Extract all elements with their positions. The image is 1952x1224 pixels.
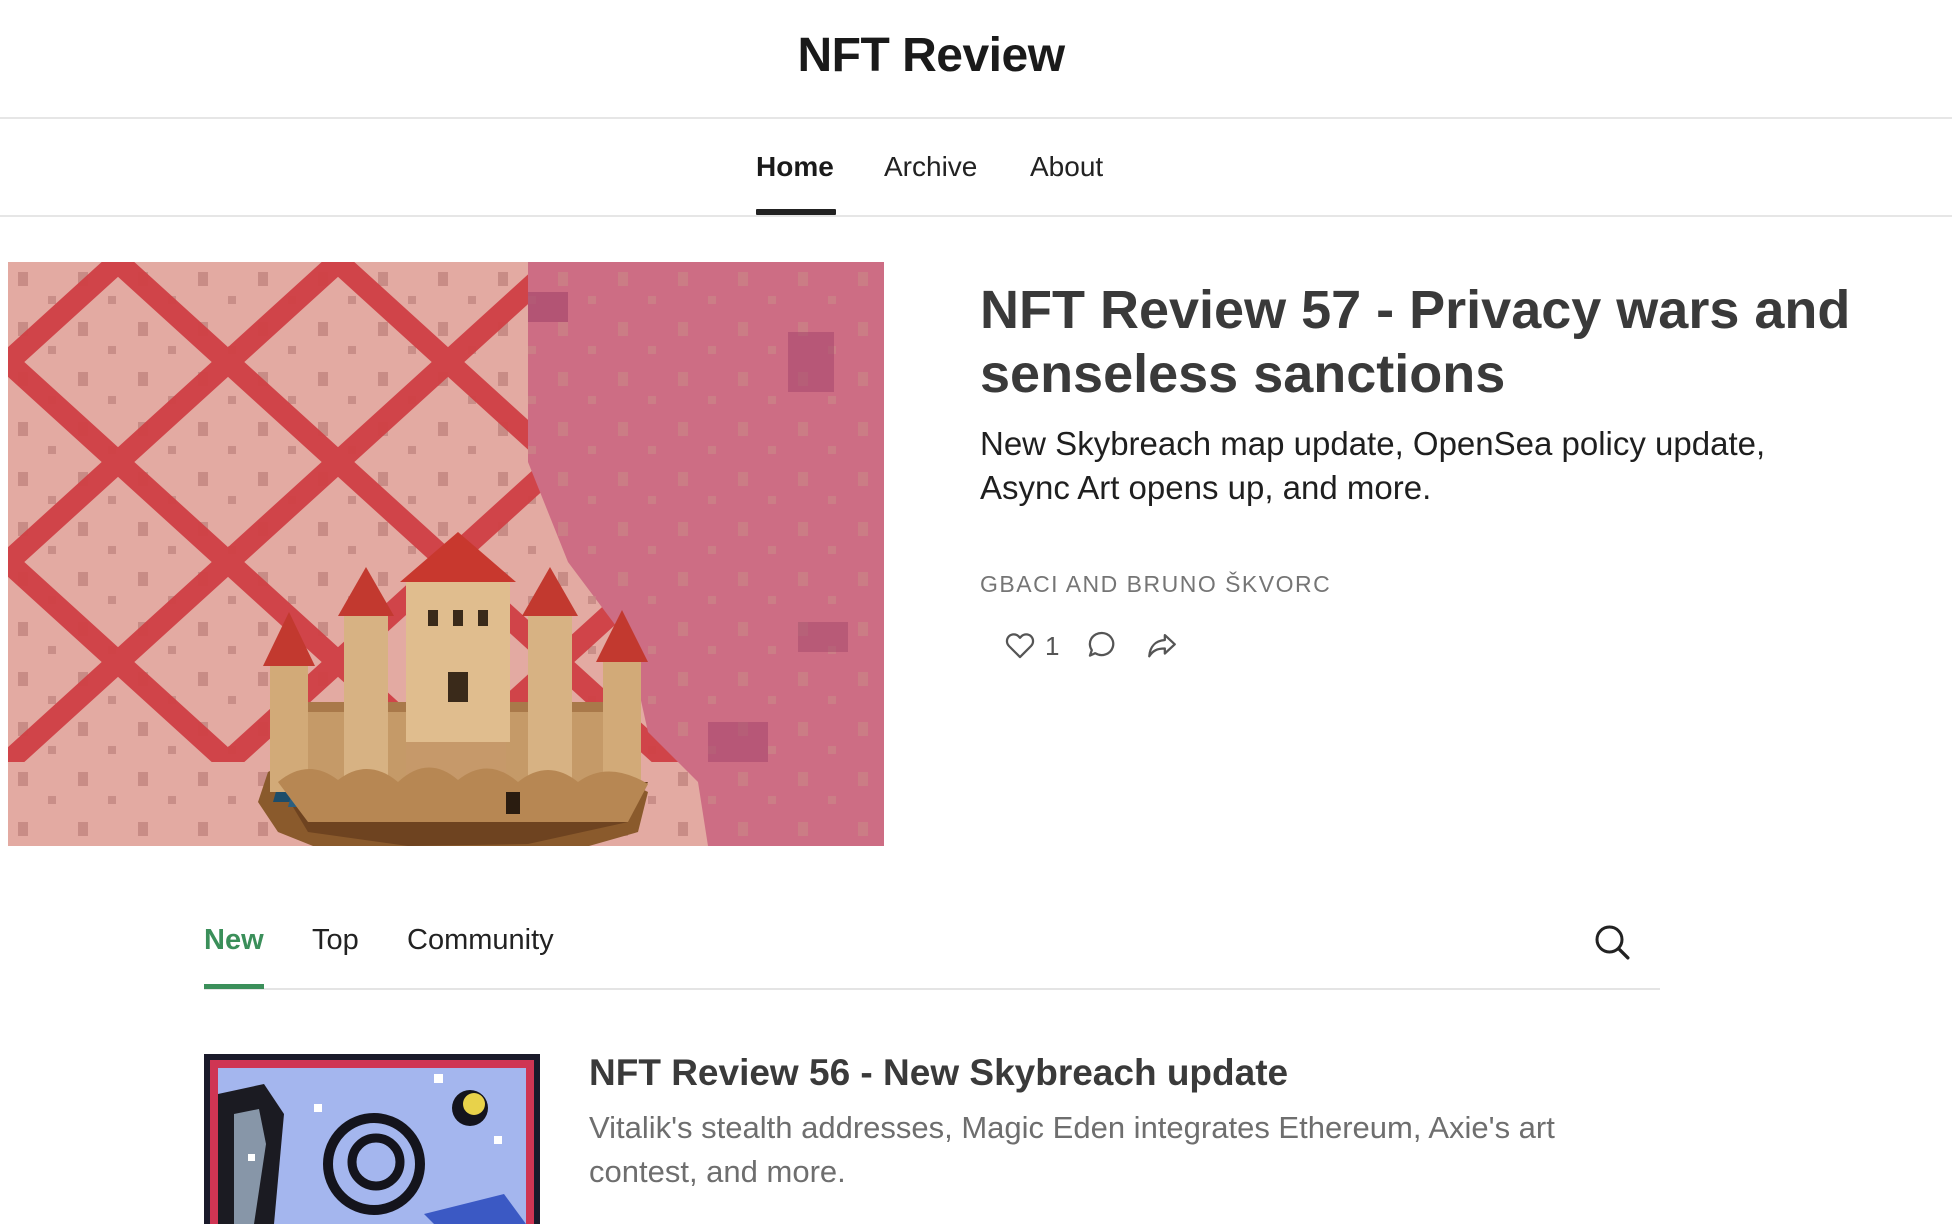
tab-community[interactable]: Community bbox=[407, 924, 554, 957]
search-button[interactable] bbox=[1592, 922, 1632, 967]
night-sky-artwork bbox=[204, 1054, 540, 1224]
tab-top[interactable]: Top bbox=[312, 924, 359, 957]
comment-icon bbox=[1088, 631, 1115, 657]
post-thumbnail[interactable] bbox=[204, 1054, 540, 1224]
active-feed-tab-indicator bbox=[204, 984, 264, 989]
post-title[interactable]: NFT Review 56 - New Skybreach update bbox=[589, 1052, 1689, 1094]
tab-about[interactable]: About bbox=[1030, 151, 1103, 183]
site-header: NFT Review bbox=[0, 0, 1952, 119]
tab-home[interactable]: Home bbox=[756, 151, 834, 183]
share-icon bbox=[1148, 633, 1176, 658]
feed-tabs: New Top Community bbox=[204, 908, 1660, 990]
featured-post-title[interactable]: NFT Review 57 - Privacy wars and sensele… bbox=[980, 278, 1860, 406]
site-title[interactable]: NFT Review bbox=[0, 28, 1862, 83]
comment-button[interactable] bbox=[1085, 628, 1119, 667]
like-count: 1 bbox=[1045, 631, 1060, 661]
featured-post-image[interactable] bbox=[8, 262, 884, 846]
heart-icon bbox=[1005, 633, 1035, 659]
like-button[interactable]: 1 bbox=[1003, 628, 1059, 667]
active-tab-indicator bbox=[756, 209, 836, 215]
search-icon bbox=[1595, 925, 1630, 960]
share-button[interactable] bbox=[1145, 628, 1179, 667]
tab-archive[interactable]: Archive bbox=[884, 151, 977, 183]
post-subtitle[interactable]: Vitalik's stealth addresses, Magic Eden … bbox=[589, 1106, 1649, 1194]
tab-new[interactable]: New bbox=[204, 924, 264, 957]
featured-post-authors[interactable]: GBACI AND BRUNO ŠKVORC bbox=[980, 571, 1331, 598]
castle-artwork bbox=[8, 262, 884, 846]
main-nav: Home Archive About bbox=[0, 119, 1952, 217]
featured-post-subtitle[interactable]: New Skybreach map update, OpenSea policy… bbox=[980, 422, 1860, 510]
